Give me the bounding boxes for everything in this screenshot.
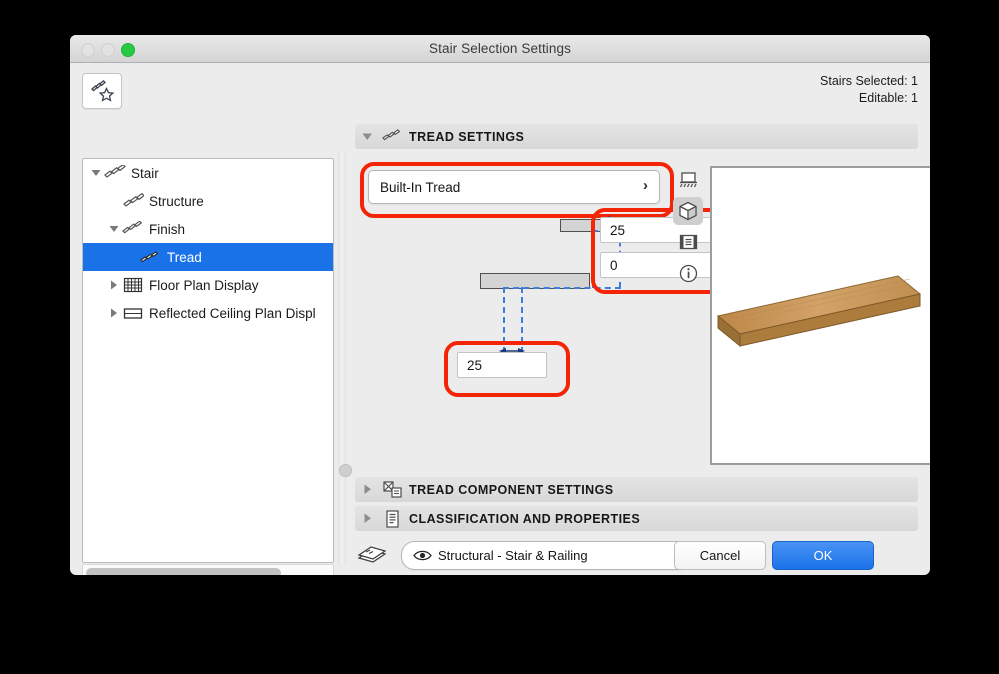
- stair-favorite-icon: [89, 80, 115, 102]
- section-title: TREAD SETTINGS: [409, 129, 525, 144]
- floor-plan-icon: [121, 277, 145, 293]
- cancel-label: Cancel: [699, 548, 741, 563]
- chevron-down-icon[interactable]: [107, 215, 121, 243]
- tree-item-label: Tread: [167, 249, 202, 265]
- tree-item-tread[interactable]: Tread: [83, 243, 333, 271]
- toolbar-strip: Stairs Selected: 1 Editable: 1: [70, 63, 930, 125]
- tree-item-reflected-ceiling-plan-displ[interactable]: Reflected Ceiling Plan Displ: [83, 299, 333, 327]
- thickness-input[interactable]: 25: [457, 352, 547, 378]
- tree-horizontal-scrollbar[interactable]: [82, 564, 334, 575]
- stairs-selected-label: Stairs Selected: 1: [820, 74, 918, 88]
- section-header-tread-settings[interactable]: TREAD SETTINGS: [355, 124, 918, 149]
- info-icon[interactable]: [673, 259, 703, 287]
- chevron-right-icon: ›: [643, 177, 648, 194]
- dim-line-v3: [592, 230, 594, 288]
- section-header-classification-and-properties[interactable]: CLASSIFICATION AND PROPERTIES: [355, 506, 918, 531]
- chevron-down-icon[interactable]: [89, 159, 103, 187]
- thickness-value: 25: [467, 357, 483, 373]
- twisty-placeholder: [107, 187, 121, 215]
- settings-content: TREAD SETTINGS Built-In Tread › 25 0 25 …: [355, 124, 930, 575]
- ok-label: OK: [813, 548, 833, 563]
- tree-item-finish[interactable]: Finish: [83, 215, 333, 243]
- twisty-placeholder: [125, 243, 139, 271]
- ok-button[interactable]: OK: [772, 541, 874, 570]
- nosing-value: 25: [610, 222, 626, 238]
- component-icon: [379, 481, 405, 498]
- scrollbar-thumb[interactable]: [86, 568, 281, 575]
- tree-item-floor-plan-display[interactable]: Floor Plan Display: [83, 271, 333, 299]
- tread-editor: Built-In Tread › 25 0 25: [355, 156, 930, 471]
- section-title: TREAD COMPONENT SETTINGS: [409, 482, 614, 497]
- dim-line-h1: [503, 287, 621, 289]
- finish-icon: [121, 221, 145, 237]
- tread-type-dropdown[interactable]: Built-In Tread ›: [368, 170, 660, 204]
- tread-icon: [139, 249, 163, 265]
- ceiling-plan-icon: [121, 306, 145, 321]
- tread-icon: [379, 129, 405, 144]
- tree-item-label: Floor Plan Display: [149, 277, 259, 293]
- tree-item-label: Structure: [149, 193, 204, 209]
- dialog-body: Stair Structure Finish Tread Floor Plan Disp…: [70, 124, 930, 575]
- 3d-view-icon[interactable]: [673, 197, 703, 225]
- structure-icon: [121, 193, 145, 209]
- eye-icon: [413, 549, 432, 562]
- tree-item-label: Stair: [131, 165, 159, 181]
- stair-icon: [103, 165, 127, 181]
- editable-label: Editable: 1: [858, 91, 918, 105]
- layer-dropdown[interactable]: Structural - Stair & Railing ›: [401, 541, 693, 570]
- panel-splitter[interactable]: [338, 152, 346, 564]
- chevron-down-icon: [355, 132, 379, 141]
- section-title: CLASSIFICATION AND PROPERTIES: [409, 511, 641, 526]
- window-title: Stair Selection Settings: [429, 41, 571, 56]
- cancel-button[interactable]: Cancel: [674, 541, 766, 570]
- layers-icon: [357, 545, 387, 565]
- chevron-right-icon: [355, 484, 379, 495]
- favorites-button[interactable]: [82, 73, 122, 109]
- dim-line-v1: [503, 287, 505, 353]
- settings-tree[interactable]: Stair Structure Finish Tread Floor Plan Disp…: [82, 158, 334, 563]
- layer-value: Structural - Stair & Railing: [438, 548, 588, 563]
- section-view-icon[interactable]: [673, 166, 703, 194]
- elevation-view-icon[interactable]: [673, 228, 703, 256]
- section-header-tread-component-settings[interactable]: TREAD COMPONENT SETTINGS: [355, 477, 918, 502]
- view-mode-toolbar[interactable]: [673, 166, 703, 290]
- document-icon: [379, 509, 405, 528]
- tree-item-label: Reflected Ceiling Plan Displ: [149, 305, 316, 321]
- selection-info: Stairs Selected: 1 Editable: 1: [820, 73, 918, 107]
- chevron-right-icon: [355, 513, 379, 524]
- chevron-right-icon[interactable]: [107, 271, 121, 299]
- tread-3d-preview[interactable]: [710, 166, 930, 465]
- splitter-grip[interactable]: [339, 464, 352, 477]
- title-bar: Stair Selection Settings: [70, 35, 930, 63]
- dim-line-v2: [521, 287, 523, 353]
- tree-item-structure[interactable]: Structure: [83, 187, 333, 215]
- overhang-value: 0: [610, 257, 618, 273]
- chevron-right-icon[interactable]: [107, 299, 121, 327]
- tree-item-label: Finish: [149, 221, 186, 237]
- stair-selection-settings-window: Stair Selection Settings Stairs Selected…: [70, 35, 930, 575]
- tread-type-value: Built-In Tread: [380, 179, 461, 195]
- dialog-footer: Structural - Stair & Railing › Cancel OK: [355, 537, 918, 575]
- tree-item-stair[interactable]: Stair: [83, 159, 333, 187]
